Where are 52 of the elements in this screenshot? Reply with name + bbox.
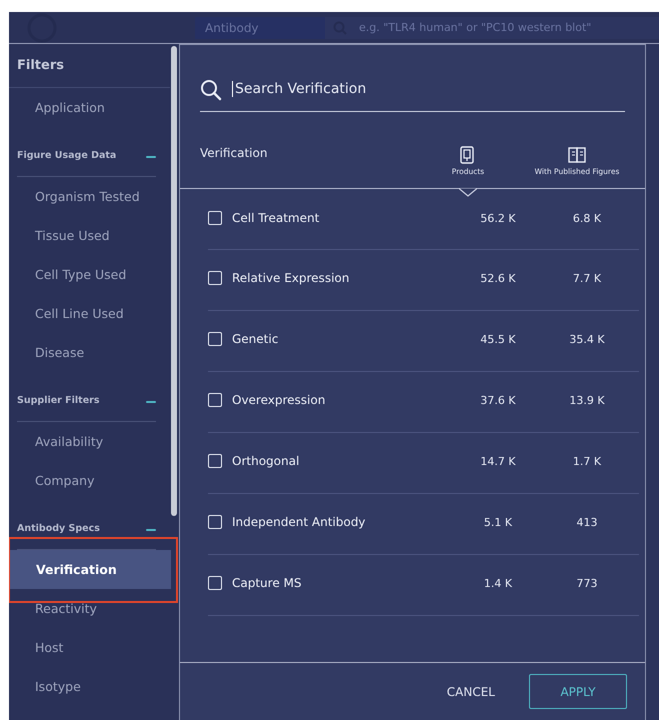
table-cell-text: 1.4 K bbox=[482, 576, 514, 590]
section-heading: Antibody Specs bbox=[17, 522, 100, 536]
sidebar-item[interactable]: Host bbox=[9, 628, 170, 667]
sidebar-item[interactable]: Availability bbox=[9, 422, 170, 461]
sidebar-item[interactable]: Application bbox=[9, 88, 170, 127]
option-label: Capture MS bbox=[232, 576, 302, 590]
table-cell-text: 5.1 K bbox=[482, 516, 514, 528]
table-cell-text: 45.5 K bbox=[479, 332, 517, 346]
table-cell-text: 52.6 K bbox=[479, 272, 517, 284]
table-cell-text: 413 bbox=[576, 516, 598, 528]
checkbox[interactable] bbox=[208, 332, 222, 346]
category-dropdown[interactable]: Antibody bbox=[195, 16, 325, 38]
sidebar-item[interactable]: Company bbox=[9, 461, 170, 500]
table-cell-text: 1.7 K bbox=[572, 454, 602, 468]
option-label: Orthogonal bbox=[232, 454, 300, 468]
sidebar-item[interactable]: Organism Tested bbox=[9, 177, 170, 216]
table-cell-text: 14.7 K bbox=[479, 454, 517, 468]
table-cell-text: 56.2 K bbox=[479, 212, 517, 224]
option-label: Genetic bbox=[232, 332, 280, 346]
option-label: Independent Antibody bbox=[232, 515, 366, 529]
option-label: Relative Expression bbox=[232, 271, 350, 285]
sidebar-item[interactable]: Verification bbox=[10, 550, 171, 589]
apply-button[interactable]: APPLY bbox=[529, 674, 627, 709]
table-cell-text: 6.8 K bbox=[572, 212, 602, 224]
cancel-button[interactable]: CANCEL bbox=[442, 676, 499, 706]
checkbox[interactable] bbox=[208, 515, 222, 529]
scrollbar-thumb[interactable] bbox=[171, 46, 177, 516]
sidebar-item[interactable]: Reactivity bbox=[9, 589, 170, 628]
book-icon bbox=[568, 146, 586, 164]
table-cell-text: 13.9 K bbox=[568, 394, 606, 406]
checkbox[interactable] bbox=[208, 576, 222, 590]
search-icon bbox=[200, 79, 222, 101]
sidebar-item[interactable]: Tissue Used bbox=[9, 216, 170, 255]
sidebar-item[interactable]: Isotype bbox=[9, 667, 170, 706]
search-field[interactable]: e.g. "TLR4 human" or "PC10 western blot" bbox=[325, 16, 659, 38]
option-label: Cell Treatment bbox=[232, 211, 320, 225]
table-cell-text: 773 bbox=[576, 576, 598, 590]
checkbox[interactable] bbox=[208, 271, 222, 285]
sidebar-item[interactable]: Disease bbox=[9, 333, 170, 372]
checkbox[interactable] bbox=[208, 211, 222, 225]
section-heading: Figure Usage Data bbox=[17, 149, 116, 163]
table-cell-text: 37.6 K bbox=[479, 394, 517, 406]
table-cell-text: 35.4 K bbox=[568, 332, 606, 346]
option-label: Overexpression bbox=[232, 393, 326, 407]
checkbox[interactable] bbox=[208, 454, 222, 468]
column-header: Verification bbox=[200, 146, 268, 160]
sidebar-item[interactable]: Cell Line Used bbox=[9, 294, 170, 333]
sidebar-item[interactable]: Cell Type Used bbox=[9, 255, 170, 294]
search-field[interactable]: Search Verification bbox=[232, 79, 535, 99]
table-cell-text: 7.7 K bbox=[572, 272, 602, 284]
checkbox[interactable] bbox=[208, 393, 222, 407]
section-heading: Supplier Filters bbox=[17, 394, 100, 408]
